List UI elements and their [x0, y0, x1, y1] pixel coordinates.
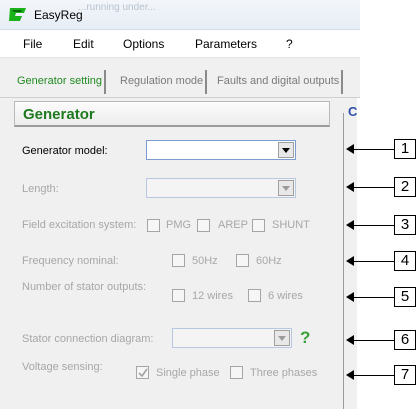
title-bar: EasyReg ...running under... [0, 0, 360, 30]
arep-label: AREP [218, 219, 248, 231]
callout-line-5 [352, 297, 394, 298]
callout-4: 4 [394, 251, 416, 271]
shunt-label: SHUNT [272, 219, 310, 231]
chevron-down-icon[interactable] [278, 180, 294, 196]
callout-5: 5 [394, 287, 416, 307]
right-panel-heading: C [348, 104, 358, 119]
background-ghost-text: ...running under... [78, 2, 156, 13]
callout-2: 2 [394, 177, 416, 197]
callout-7: 7 [394, 365, 416, 385]
single-phase-label: Single phase [156, 367, 220, 379]
callout-3: 3 [394, 215, 416, 235]
callout-line-7 [352, 375, 394, 376]
right-panel-border [343, 113, 344, 409]
generator-model-label: Generator model: [22, 145, 108, 157]
callout-line-4 [352, 261, 394, 262]
tab-faults-digital-outputs[interactable]: Faults and digital outputs [215, 70, 344, 94]
menu-help[interactable]: ? [286, 37, 293, 51]
tab-regulation-mode[interactable]: Regulation mode [118, 70, 208, 94]
frequency-label: Frequency nominal: [22, 255, 119, 267]
freq-50hz-label: 50Hz [192, 255, 218, 267]
length-select[interactable] [146, 178, 296, 198]
freq-60hz-checkbox[interactable] [236, 254, 249, 267]
freq-50hz-checkbox[interactable] [172, 254, 185, 267]
window-title: EasyReg [34, 8, 83, 22]
menu-parameters[interactable]: Parameters [195, 37, 257, 51]
pmg-checkbox[interactable] [147, 219, 160, 232]
six-wires-label: 6 wires [268, 290, 303, 302]
stator-connection-label: Stator connection diagram: [22, 333, 154, 345]
checkmark-icon [138, 368, 148, 378]
tab-strip: Generator setting Regulation mode Faults… [0, 58, 360, 98]
chevron-down-icon[interactable] [274, 330, 290, 346]
menu-options[interactable]: Options [123, 37, 164, 51]
menu-file[interactable]: File [23, 37, 42, 51]
callout-6: 6 [394, 330, 416, 350]
twelve-wires-checkbox[interactable] [172, 289, 185, 302]
single-phase-checkbox[interactable] [136, 366, 149, 379]
callout-line-2 [352, 187, 394, 188]
field-excitation-label: Field excitation system: [22, 219, 137, 231]
voltage-sensing-label: Voltage sensing: [22, 361, 103, 373]
arep-checkbox[interactable] [197, 219, 210, 232]
tab-generator-setting[interactable]: Generator setting [15, 70, 106, 94]
callout-line-1 [352, 149, 394, 150]
chevron-down-icon[interactable] [278, 142, 294, 158]
twelve-wires-label: 12 wires [192, 290, 233, 302]
callout-line-3 [352, 225, 394, 226]
easyreg-logo-icon [9, 8, 26, 21]
callout-1: 1 [394, 139, 416, 159]
pmg-label: PMG [166, 219, 192, 231]
three-phases-label: Three phases [250, 367, 318, 379]
menu-bar: File Edit Options Parameters ? [0, 30, 360, 58]
stator-outputs-label: Number of stator outputs: [22, 281, 147, 293]
stator-connection-select[interactable] [172, 328, 292, 348]
shunt-checkbox[interactable] [252, 219, 265, 232]
help-icon[interactable]: ? [300, 328, 310, 348]
six-wires-checkbox[interactable] [248, 289, 261, 302]
menu-edit[interactable]: Edit [73, 37, 94, 51]
callout-line-6 [352, 340, 394, 341]
section-header-generator: Generator [14, 101, 330, 127]
length-label: Length: [22, 183, 59, 195]
generator-model-select[interactable] [146, 140, 296, 160]
three-phases-checkbox[interactable] [230, 366, 243, 379]
freq-60hz-label: 60Hz [256, 255, 282, 267]
section-title: Generator [23, 106, 95, 123]
